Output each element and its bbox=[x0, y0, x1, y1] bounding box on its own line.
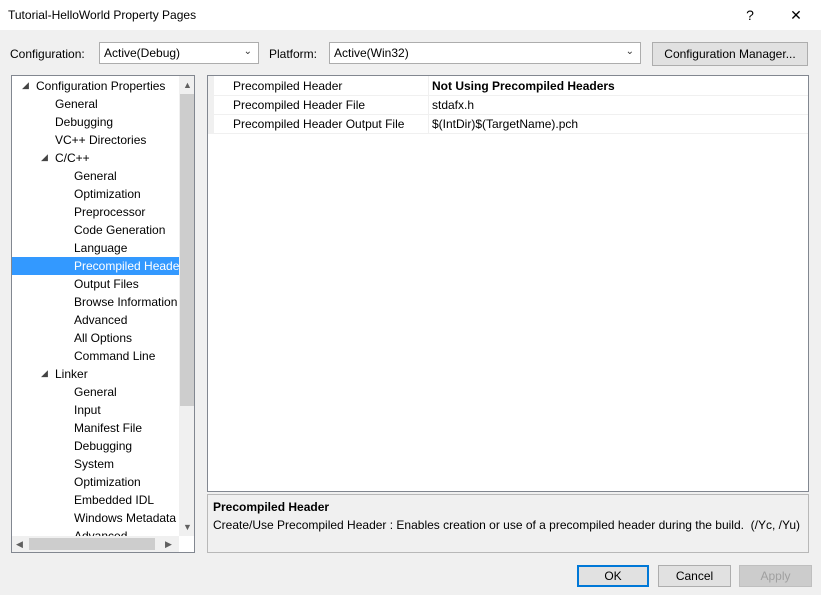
tree-item-label: General bbox=[74, 385, 117, 399]
property-row[interactable]: Precompiled Header Output File $(IntDir)… bbox=[208, 114, 808, 134]
chevron-down-icon: ⌄ bbox=[625, 46, 634, 57]
tree-item-label: Browse Information bbox=[74, 295, 178, 309]
tree-item[interactable]: ◢ C/C++ bbox=[12, 149, 179, 167]
tree-item-label: General bbox=[55, 97, 98, 111]
tree-item[interactable]: Debugging bbox=[12, 437, 179, 455]
scroll-left-icon[interactable]: ◀ bbox=[16, 539, 23, 550]
tree-item[interactable]: Input bbox=[12, 401, 179, 419]
tree-item-label: VC++ Directories bbox=[55, 133, 147, 147]
tree-item[interactable]: Advanced bbox=[12, 527, 179, 536]
tree-item[interactable]: System bbox=[12, 455, 179, 473]
scroll-down-icon[interactable]: ▼ bbox=[183, 522, 192, 532]
tree-item[interactable]: Command Line bbox=[12, 347, 179, 365]
property-row[interactable]: Precompiled Header File stdafx.h bbox=[208, 95, 808, 115]
tree-item[interactable]: Optimization bbox=[12, 185, 179, 203]
tree-item[interactable]: Optimization bbox=[12, 473, 179, 491]
property-value[interactable]: $(IntDir)$(TargetName).pch bbox=[432, 117, 578, 131]
tree-item[interactable]: VC++ Directories bbox=[12, 131, 179, 149]
tree-item-label: All Options bbox=[74, 331, 133, 345]
description-title: Precompiled Header bbox=[213, 500, 330, 514]
tree-item-label: Output Files bbox=[74, 277, 139, 291]
configuration-label: Configuration: bbox=[10, 47, 85, 61]
tree-item-label: Debugging bbox=[55, 115, 114, 129]
tree-item-label: Configuration Properties bbox=[36, 79, 166, 93]
help-button[interactable]: ? bbox=[727, 0, 773, 30]
tree-item[interactable]: Manifest File bbox=[12, 419, 179, 437]
expander-icon[interactable]: ◢ bbox=[41, 152, 48, 163]
tree-item[interactable]: Precompiled Heade bbox=[12, 257, 179, 275]
tree-item-label: Precompiled Heade bbox=[74, 259, 179, 273]
tree-item[interactable]: Preprocessor bbox=[12, 203, 179, 221]
chevron-down-icon: ⌄ bbox=[243, 46, 252, 57]
property-tree: ◢ Configuration Properties General Debuggin… bbox=[11, 75, 195, 553]
description-panel: Precompiled Header Create/Use Precompile… bbox=[207, 494, 809, 553]
platform-dropdown[interactable]: Active(Win32) ⌄ bbox=[329, 42, 641, 64]
configuration-dropdown[interactable]: Active(Debug) ⌄ bbox=[99, 42, 259, 64]
tree-item-label: Windows Metadata bbox=[74, 511, 177, 525]
cancel-button[interactable]: Cancel bbox=[658, 565, 731, 587]
close-icon: ✕ bbox=[790, 6, 802, 23]
tree-item-label: Debugging bbox=[74, 439, 133, 453]
column-separator bbox=[428, 95, 429, 114]
close-button[interactable]: ✕ bbox=[773, 0, 819, 30]
description-text: Create/Use Precompiled Header : Enables … bbox=[213, 518, 744, 532]
tree-item-label: Optimization bbox=[74, 475, 141, 489]
tree-item-label: Input bbox=[74, 403, 101, 417]
tree-item[interactable]: Output Files bbox=[12, 275, 179, 293]
tree-hscroll-thumb[interactable] bbox=[29, 538, 155, 550]
tree-item-label: Language bbox=[74, 241, 128, 255]
column-separator bbox=[428, 114, 429, 133]
expander-icon[interactable]: ◢ bbox=[41, 368, 48, 379]
configuration-manager-button[interactable]: Configuration Manager... bbox=[652, 42, 808, 66]
tree-item[interactable]: General bbox=[12, 95, 179, 113]
tree-item-label: Advanced bbox=[74, 529, 128, 536]
tree-item[interactable]: ◢ Configuration Properties bbox=[12, 77, 179, 95]
configuration-value: Active(Debug) bbox=[104, 46, 181, 60]
tree-item[interactable]: General bbox=[12, 383, 179, 401]
tree-vscroll-thumb[interactable] bbox=[180, 94, 194, 406]
property-name: Precompiled Header File bbox=[233, 98, 366, 112]
tree-item-label: Linker bbox=[55, 367, 88, 381]
tree-item-label: Code Generation bbox=[74, 223, 166, 237]
tree-vertical-scrollbar[interactable]: ▲ ▼ bbox=[179, 76, 194, 536]
tree-list: ◢ Configuration Properties General Debuggin… bbox=[12, 76, 179, 536]
column-separator bbox=[428, 76, 429, 95]
tree-item-label: C/C++ bbox=[55, 151, 90, 165]
window-title: Tutorial-HelloWorld Property Pages bbox=[8, 8, 197, 22]
tree-item[interactable]: Code Generation bbox=[12, 221, 179, 239]
tree-item-label: Manifest File bbox=[74, 421, 143, 435]
property-name: Precompiled Header bbox=[233, 79, 343, 93]
tree-item[interactable]: All Options bbox=[12, 329, 179, 347]
tree-item-label: General bbox=[74, 169, 117, 183]
tree-item[interactable]: Language bbox=[12, 239, 179, 257]
property-row[interactable]: Precompiled Header Not Using Precompiled… bbox=[208, 76, 808, 96]
expander-icon[interactable]: ◢ bbox=[22, 80, 29, 91]
property-name: Precompiled Header Output File bbox=[233, 117, 405, 131]
platform-label: Platform: bbox=[269, 47, 318, 61]
scroll-up-icon[interactable]: ▲ bbox=[183, 80, 192, 90]
tree-item-label: System bbox=[74, 457, 115, 471]
property-grid: Precompiled Header Not Using Precompiled… bbox=[207, 75, 809, 492]
tree-item[interactable]: Windows Metadata bbox=[12, 509, 179, 527]
tree-item[interactable]: Embedded IDL bbox=[12, 491, 179, 509]
ok-button[interactable]: OK bbox=[577, 565, 649, 587]
description-switch-hint: (/Yc, /Yu) bbox=[750, 518, 800, 532]
tree-item-label: Preprocessor bbox=[74, 205, 146, 219]
property-value[interactable]: Not Using Precompiled Headers bbox=[432, 79, 615, 93]
tree-item-label: Advanced bbox=[74, 313, 128, 327]
tree-horizontal-scrollbar[interactable]: ◀ ▶ bbox=[12, 536, 179, 552]
property-value[interactable]: stdafx.h bbox=[432, 98, 474, 112]
platform-value: Active(Win32) bbox=[334, 46, 409, 60]
scroll-right-icon[interactable]: ▶ bbox=[165, 539, 172, 550]
tree-item-label: Optimization bbox=[74, 187, 141, 201]
tree-item-label: Embedded IDL bbox=[74, 493, 155, 507]
tree-item[interactable]: General bbox=[12, 167, 179, 185]
tree-item[interactable]: Debugging bbox=[12, 113, 179, 131]
tree-item[interactable]: Browse Information bbox=[12, 293, 179, 311]
apply-button[interactable]: Apply bbox=[739, 565, 812, 587]
tree-item[interactable]: ◢ Linker bbox=[12, 365, 179, 383]
tree-item[interactable]: Advanced bbox=[12, 311, 179, 329]
tree-item-label: Command Line bbox=[74, 349, 156, 363]
